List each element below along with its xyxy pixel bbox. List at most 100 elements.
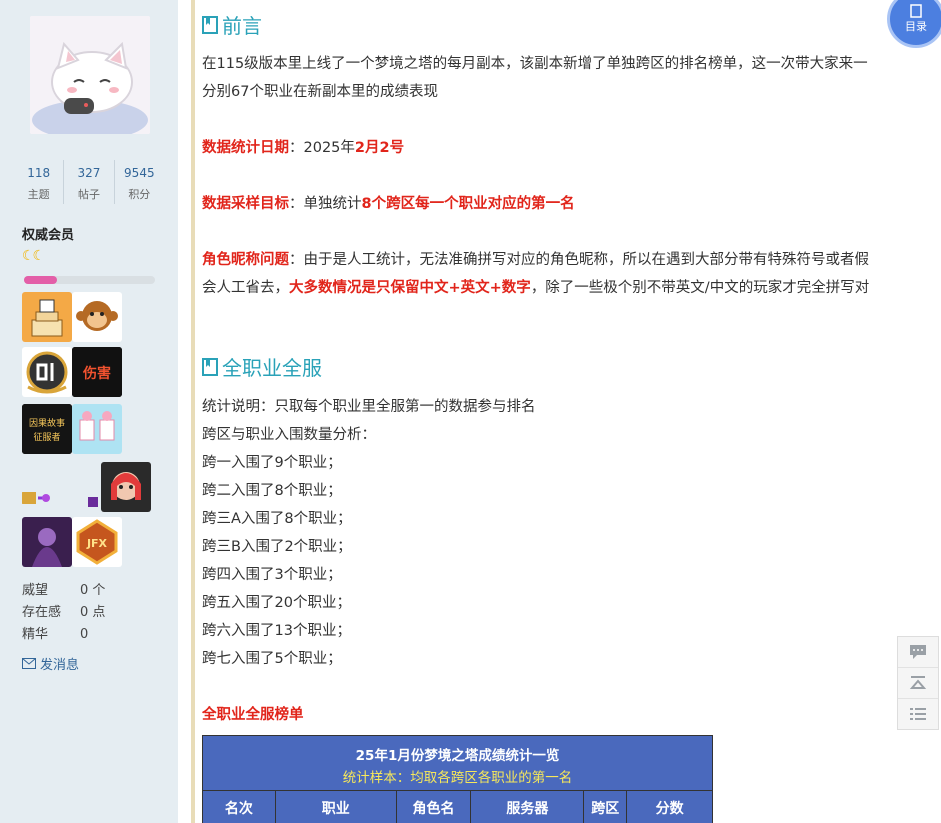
conqueror-medal-icon[interactable]: 因果故事 征服者 [22, 404, 72, 454]
intro-line-2: 分别67个职业在新副本里的成绩表现 [202, 84, 438, 100]
side-toolbar [897, 636, 939, 730]
date-value: 2月2号 [354, 140, 405, 156]
section-heading-all-class: 全职业全服 [202, 352, 322, 381]
meta-presence: 存在感 0 点 [22, 602, 105, 624]
meta-digest-value: 0 [80, 627, 89, 642]
section-heading-preface: 前言 [202, 10, 262, 39]
table-title: 25年1月份梦境之塔成绩统计一览 [355, 748, 560, 764]
arrow-up-icon [909, 676, 927, 689]
section-title: 全职业全服 [222, 356, 322, 380]
nickname-emphasis: 大多数情况是只保留中文+英文+数字 [289, 280, 531, 296]
nickname-line-2: 会人工省去，大多数情况是只保留中文+英文+数字，除了一些极个别不带英文/中文的玩… [202, 276, 869, 297]
damage-medal-text: 伤害 [82, 365, 111, 382]
nickname-line-1: 角色昵称问题：由于是人工统计，无法准确拼写对应的角色昵称，所以在遇到大部分带有特… [202, 248, 869, 269]
level-moon-icon: ☾☾ [22, 248, 45, 264]
level-progress-bar [24, 276, 155, 284]
user-stats: 118 主题 327 帖子 9545 积分 [14, 160, 164, 204]
send-message-link[interactable]: 发消息 [22, 654, 79, 673]
svg-text:因果故事: 因果故事 [29, 417, 65, 429]
column-header[interactable]: 跨区 [584, 791, 628, 823]
reply-button[interactable] [898, 637, 938, 668]
back-to-top-button[interactable] [898, 668, 938, 699]
avatar[interactable] [30, 16, 150, 134]
level-progress-fill [24, 276, 57, 284]
stat-points-label: 积分 [128, 188, 151, 201]
region-item: 跨二入围了8个职业； [202, 483, 342, 499]
bookmark-icon [202, 15, 218, 34]
book-icon [910, 4, 922, 18]
bookmark-icon [202, 357, 218, 376]
ranking-title: 全职业全服榜单 [202, 707, 304, 723]
region-item: 跨三A入围了8个职业； [202, 511, 352, 527]
table-caption: 25年1月份梦境之塔成绩统计一览 统计样本：均取各跨区各职业的第一名 [203, 736, 712, 791]
nickname-text: ：由于是人工统计，无法准确拼写对应的角色昵称，所以在遇到大部分带有特殊符号或者假 [289, 252, 869, 268]
stat-topics-count: 118 [27, 166, 51, 180]
meta-presence-label: 存在感 [22, 605, 62, 620]
damage-medal-icon[interactable]: 伤害 [72, 347, 122, 397]
date-label: 数据统计日期 [202, 140, 289, 156]
column-header[interactable]: 分数 [627, 791, 712, 823]
region-item: 跨七入围了5个职业； [202, 651, 342, 667]
ranking-table: 25年1月份梦境之塔成绩统计一览 统计样本：均取各跨区各职业的第一名 名次 职业… [202, 735, 713, 823]
region-item: 跨四入围了3个职业； [202, 567, 342, 583]
table-header-row: 名次 职业 角色名 服务器 跨区 分数 [203, 791, 712, 823]
nickname-text-c: ，除了一些极个别不带英文/中文的玩家才完全拼写对 [530, 280, 870, 296]
list-button[interactable] [898, 699, 938, 729]
dark-hero-medal-icon[interactable] [22, 517, 72, 567]
stat-note: 统计说明：只取每个职业里全服第一的数据参与排名 [202, 399, 536, 415]
meta-prestige: 威望 0 个 [22, 580, 105, 602]
intro-line-1: 在115级版本里上线了一个梦境之塔的每月副本，该副本新增了单独跨区的排名榜单，这… [202, 56, 868, 72]
creator-medal-icon[interactable] [22, 347, 72, 397]
meta-prestige-label: 威望 [22, 583, 49, 598]
pixel-friends-medal-icon[interactable] [72, 404, 122, 454]
meta-prestige-value: 0 个 [80, 583, 106, 598]
target-label: 数据采样目标 [202, 196, 289, 212]
nickname-text-a: 会人工省去， [202, 280, 289, 296]
jfx-medal-icon[interactable]: JFX [72, 517, 122, 567]
section-title: 前言 [222, 14, 262, 38]
meta-digest: 精华 0 [22, 624, 105, 646]
stat-posts[interactable]: 327 帖子 [64, 160, 115, 204]
user-profile-sidebar: 118 主题 327 帖子 9545 积分 权威会员 ☾☾ 伤害 因果故事 征服… [0, 0, 178, 823]
book-medal-icon[interactable] [22, 490, 50, 506]
stat-topics-label: 主题 [27, 188, 50, 201]
analysis-title: 跨区与职业入围数量分析： [202, 427, 376, 443]
list-icon [910, 708, 926, 720]
envelope-icon [22, 658, 36, 669]
region-item: 跨一入围了9个职业； [202, 455, 342, 471]
stat-points[interactable]: 9545 积分 [115, 160, 164, 204]
column-header[interactable]: 名次 [203, 791, 276, 823]
stat-posts-label: 帖子 [77, 188, 100, 201]
region-item: 跨六入围了13个职业； [202, 623, 351, 639]
meta-digest-label: 精华 [22, 627, 49, 642]
column-header[interactable]: 职业 [276, 791, 397, 823]
stat-posts-count: 327 [77, 166, 101, 180]
nickname-label: 角色昵称问题 [202, 252, 289, 268]
target-value: 8个跨区每一个职业对应的第一名 [361, 196, 575, 212]
target-paragraph: 数据采样目标：单独统计8个跨区每一个职业对应的第一名 [202, 192, 575, 213]
date-paragraph: 数据统计日期：2025年2月2号 [202, 136, 404, 157]
date-prefix: ：2025年 [289, 140, 355, 156]
meta-presence-value: 0 点 [80, 605, 106, 620]
send-message-label: 发消息 [40, 658, 80, 673]
post-content: 前言 在115级版本里上线了一个梦境之塔的每月副本，该副本新增了单独跨区的排名榜… [202, 0, 941, 823]
column-header[interactable]: 服务器 [471, 791, 585, 823]
stat-topics[interactable]: 118 主题 [14, 160, 65, 204]
jfx-medal-text: JFX [86, 537, 108, 550]
table-subtitle: 统计样本：均取各跨区各职业的第一名 [342, 770, 573, 786]
anime-girl-medal-icon[interactable] [101, 462, 151, 512]
comment-icon [910, 645, 926, 659]
small-badge-icon[interactable] [86, 494, 100, 508]
svg-text:征服者: 征服者 [33, 432, 60, 443]
user-group[interactable]: 权威会员 [22, 224, 74, 243]
monkey-medal-icon[interactable] [72, 292, 122, 342]
column-header[interactable]: 角色名 [397, 791, 472, 823]
toc-label: 目录 [905, 20, 927, 33]
user-meta: 威望 0 个 存在感 0 点 精华 0 [22, 580, 105, 646]
birthday-cake-medal-icon[interactable] [22, 292, 72, 342]
region-item: 跨五入围了20个职业； [202, 595, 351, 611]
target-prefix: ：单独统计 [289, 196, 362, 212]
stat-points-count: 9545 [124, 166, 155, 180]
post-divider [191, 0, 195, 823]
region-item: 跨三B入围了2个职业； [202, 539, 352, 555]
